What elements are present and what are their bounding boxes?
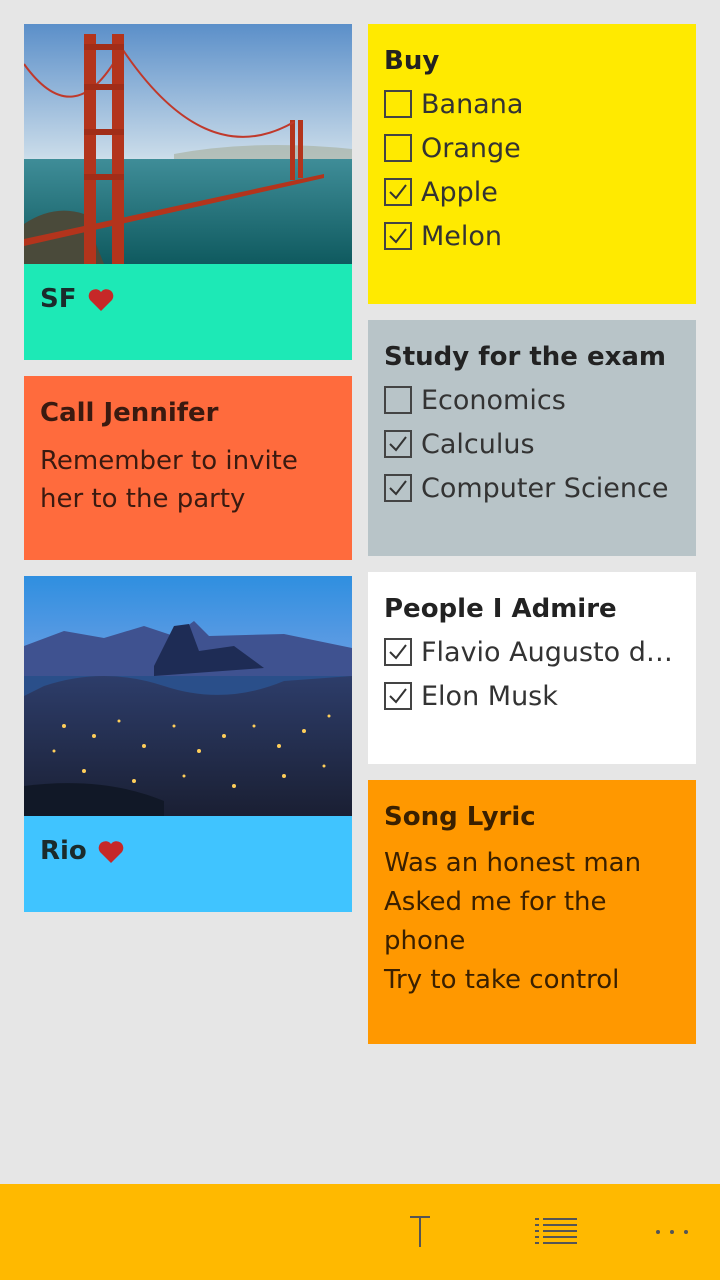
checkmark-icon [389, 228, 407, 244]
checkbox-checked[interactable] [384, 682, 412, 710]
note-card-people[interactable]: People I Admire Flavio Augusto da... Elo… [368, 572, 696, 764]
checklist-item[interactable]: Calculus [384, 422, 680, 466]
checklist-label: Flavio Augusto da... [421, 636, 680, 668]
text-note-icon [410, 1216, 430, 1247]
note-card-call-jennifer[interactable]: Call Jennifer Remember to invite her to … [24, 376, 352, 560]
left-column: SF Call Jennifer Remember to invite her … [24, 24, 352, 928]
note-title: Study for the exam [384, 342, 666, 372]
right-column: Buy Banana Orange Apple Melon Study for … [368, 24, 696, 1060]
note-caption-sf: SF [24, 264, 352, 360]
heart-icon [97, 839, 125, 865]
caption-text: Rio [40, 836, 87, 866]
checkbox-checked[interactable] [384, 638, 412, 666]
checklist: Banana Orange Apple Melon [384, 82, 680, 258]
new-list-note-button[interactable] [528, 1208, 584, 1256]
checklist-label: Melon [421, 220, 503, 252]
checklist-label: Elon Musk [421, 680, 558, 712]
note-line: Was an honest man [384, 848, 642, 878]
note-title: Song Lyric [384, 802, 536, 832]
checklist-item[interactable]: Economics [384, 378, 680, 422]
checklist-label: Orange [421, 132, 521, 164]
note-card-study[interactable]: Study for the exam Economics Calculus Co… [368, 320, 696, 556]
rio-photo [24, 576, 352, 816]
note-line: Remember to invite [40, 446, 298, 476]
note-caption-rio: Rio [24, 816, 352, 912]
checkbox-unchecked[interactable] [384, 386, 412, 414]
checklist-item[interactable]: Apple [384, 170, 680, 214]
note-card-song-lyric[interactable]: Song Lyric Was an honest man Asked me fo… [368, 780, 696, 1044]
checklist-label: Apple [421, 176, 498, 208]
checklist: Economics Calculus Computer Science [384, 378, 680, 510]
checklist-item[interactable]: Flavio Augusto da... [384, 630, 680, 674]
caption-text: SF [40, 284, 77, 314]
bottom-app-bar [0, 1184, 720, 1280]
checklist-label: Banana [421, 88, 524, 120]
checkbox-unchecked[interactable] [384, 134, 412, 162]
golden-gate-photo [24, 24, 352, 264]
more-icon [656, 1230, 688, 1234]
checklist-label: Calculus [421, 428, 535, 460]
note-card-rio[interactable]: Rio [24, 576, 352, 912]
new-text-note-button[interactable] [392, 1208, 448, 1256]
note-title: Call Jennifer [40, 398, 219, 428]
note-title: People I Admire [384, 594, 617, 624]
note-line: Asked me for the [384, 887, 607, 917]
checkmark-icon [389, 644, 407, 660]
checklist: Flavio Augusto da... Elon Musk [384, 630, 680, 718]
heart-icon [87, 287, 115, 313]
checklist-item[interactable]: Banana [384, 82, 680, 126]
checklist-item[interactable]: Computer Science [384, 466, 680, 510]
checklist-item[interactable]: Melon [384, 214, 680, 258]
checkmark-icon [389, 480, 407, 496]
checkmark-icon [389, 688, 407, 704]
checkbox-checked[interactable] [384, 178, 412, 206]
checklist-label: Computer Science [421, 472, 669, 504]
checkbox-checked[interactable] [384, 430, 412, 458]
more-options-button[interactable] [644, 1208, 700, 1256]
checkmark-icon [389, 436, 407, 452]
checkbox-unchecked[interactable] [384, 90, 412, 118]
note-title: Buy [384, 46, 440, 76]
checklist-item[interactable]: Elon Musk [384, 674, 680, 718]
checklist-label: Economics [421, 384, 566, 416]
note-body: Remember to invite her to the party [40, 442, 336, 518]
checkbox-checked[interactable] [384, 474, 412, 502]
note-card-buy[interactable]: Buy Banana Orange Apple Melon [368, 24, 696, 304]
note-card-sf[interactable]: SF [24, 24, 352, 360]
checklist-item[interactable]: Orange [384, 126, 680, 170]
note-line: phone [384, 926, 466, 956]
checkbox-checked[interactable] [384, 222, 412, 250]
note-body: Was an honest man Asked me for the phone… [384, 844, 680, 1000]
note-line: her to the party [40, 484, 246, 514]
list-note-icon [535, 1218, 577, 1244]
checkmark-icon [389, 184, 407, 200]
note-line: Try to take control [384, 965, 620, 995]
